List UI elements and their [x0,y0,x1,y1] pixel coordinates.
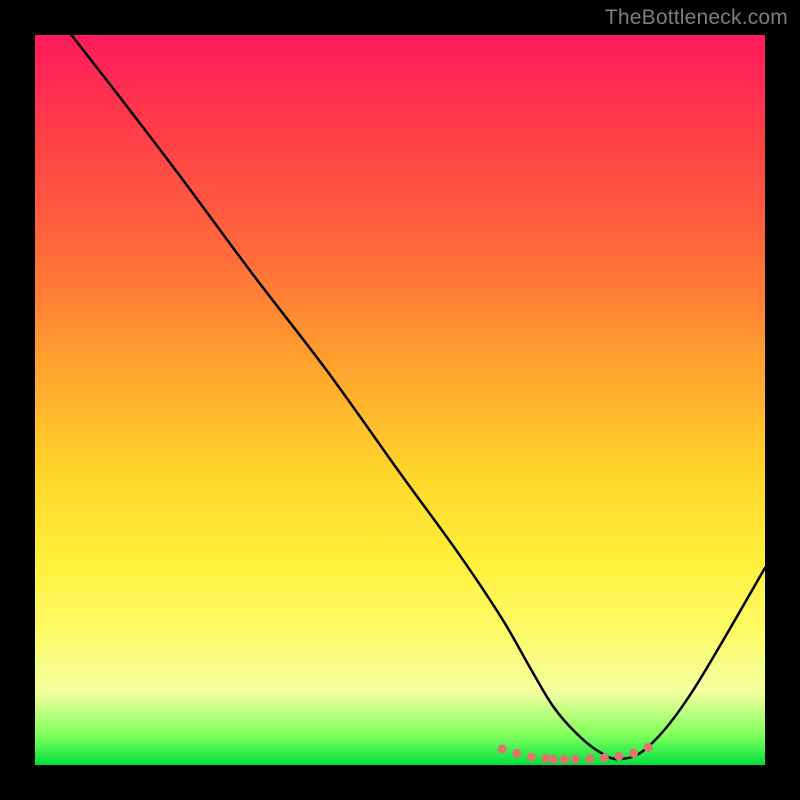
marker-dot [560,755,569,764]
marker-dot [644,743,653,752]
curve-line [72,35,766,759]
marker-dot [585,754,594,763]
marker-dot [629,749,638,758]
marker-dot [512,749,521,758]
marker-dot [527,752,536,761]
marker-dot [571,755,580,764]
bottleneck-curve [72,35,766,759]
marker-dot [615,752,624,761]
watermark-text: TheBottleneck.com [605,6,788,30]
plot-area [35,35,765,765]
marker-dot [549,755,558,764]
marker-dot [600,753,609,762]
chart-frame: TheBottleneck.com [0,0,800,800]
marker-dot [498,744,507,753]
marker-dots [498,743,653,764]
chart-svg [35,35,765,765]
